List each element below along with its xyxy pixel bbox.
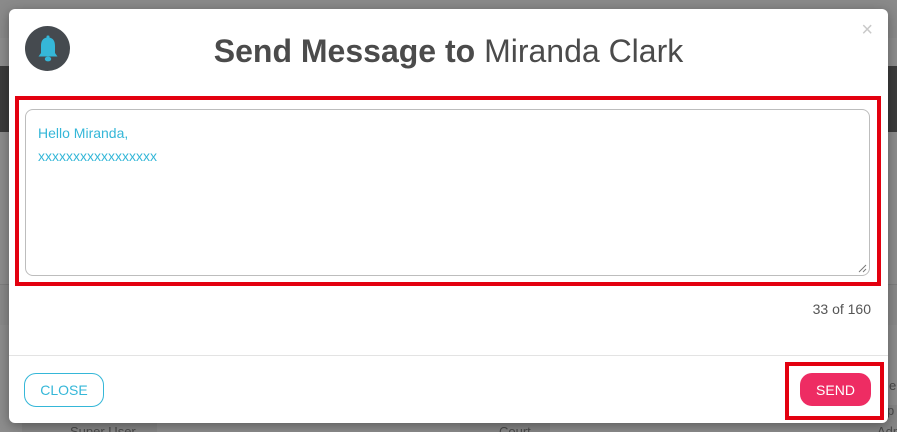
message-textarea[interactable]: Hello Miranda, xxxxxxxxxxxxxxxxx bbox=[25, 109, 870, 276]
background-text: Adminis bbox=[877, 424, 897, 432]
background-text: p bbox=[887, 403, 895, 418]
modal-title-recipient: Miranda Clark bbox=[484, 33, 684, 69]
background-text: e bbox=[889, 378, 897, 393]
character-counter: 33 of 160 bbox=[812, 301, 871, 317]
background-text: Court bbox=[499, 424, 531, 432]
modal-title: Send Message to Miranda Clark bbox=[9, 31, 888, 71]
send-message-modal: Send Message to Miranda Clark × Hello Mi… bbox=[9, 9, 888, 423]
message-line: Hello Miranda, bbox=[38, 125, 129, 141]
modal-title-prefix: Send Message to bbox=[213, 33, 476, 69]
resize-grip-icon[interactable] bbox=[857, 263, 867, 273]
message-line: xxxxxxxxxxxxxxxxx bbox=[38, 148, 157, 164]
close-button[interactable]: CLOSE bbox=[24, 373, 104, 407]
close-icon[interactable]: × bbox=[861, 19, 873, 41]
send-button[interactable]: SEND bbox=[800, 373, 871, 406]
background-text: Super User bbox=[70, 424, 136, 432]
footer-divider bbox=[9, 355, 888, 356]
